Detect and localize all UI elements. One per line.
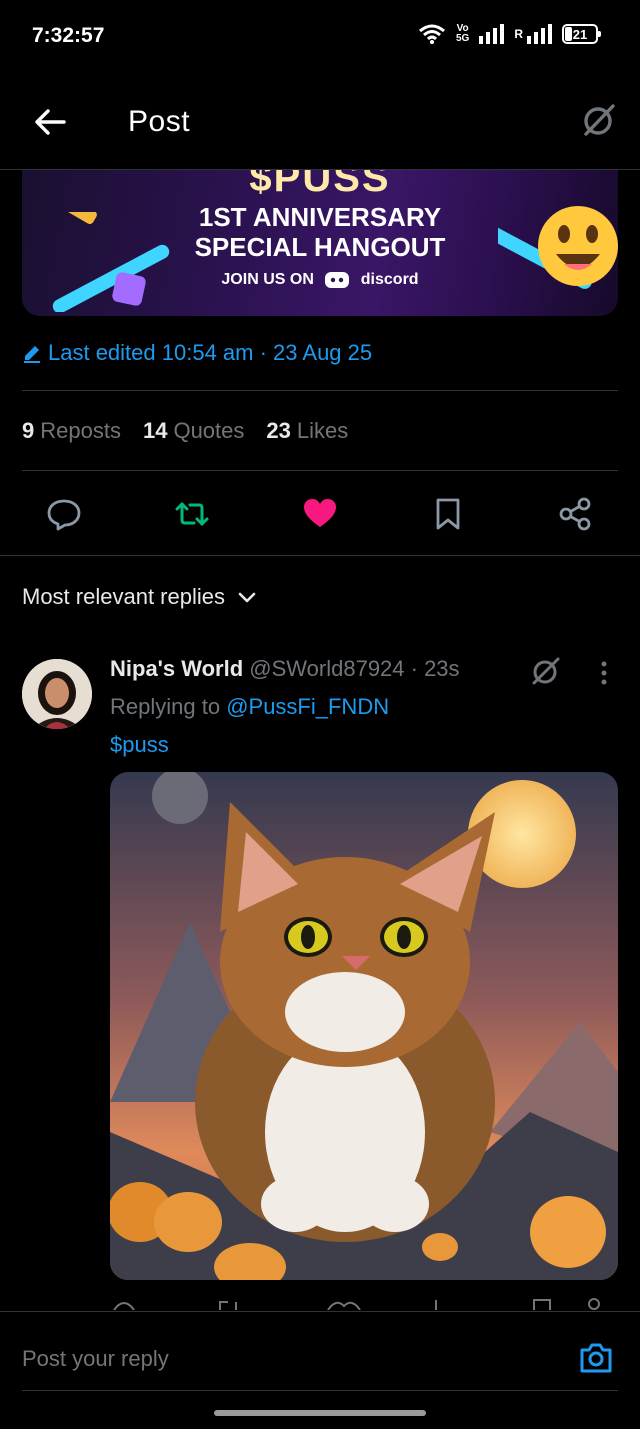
likes-stat[interactable]: 23 Likes: [266, 418, 348, 444]
avatar[interactable]: [22, 659, 92, 729]
reply-button[interactable]: [46, 496, 82, 532]
signal-icon-2: [527, 24, 552, 44]
status-bar: 7:32:57 Vo 5G R 21: [0, 0, 640, 72]
pencil-icon: [24, 346, 40, 363]
grok-button[interactable]: [578, 100, 618, 140]
replies-sort-dropdown[interactable]: Most relevant replies: [22, 584, 257, 610]
page-title: Post: [128, 105, 191, 138]
reply-input[interactable]: Post your reply: [22, 1346, 169, 1372]
reply-action-bar: [110, 1296, 618, 1310]
reply-author-name[interactable]: Nipa's World: [110, 656, 243, 681]
share-icon: [559, 497, 591, 531]
user-avatar-image: [22, 659, 92, 729]
reposts-stat[interactable]: 9 Reposts: [22, 418, 121, 444]
repost-button[interactable]: [174, 496, 210, 532]
reply-action-icons: [113, 1298, 600, 1310]
quotes-stat[interactable]: 14 Quotes: [143, 418, 244, 444]
roaming-label: R: [514, 27, 523, 41]
chevron-down-icon: [238, 592, 256, 603]
reply-handle-time: @SWorld87924 · 23s: [243, 656, 460, 681]
reply-grok-button[interactable]: [528, 654, 562, 688]
back-button[interactable]: [30, 102, 70, 142]
grok-icon: [532, 657, 560, 685]
arrow-left-icon: [35, 109, 66, 135]
status-icons: Vo 5G R 21: [418, 23, 601, 44]
battery-level: 21: [572, 26, 588, 42]
divider: [22, 1390, 618, 1391]
network-type: Vo 5G: [455, 23, 470, 44]
bookmark-icon: [436, 498, 460, 530]
status-time: 7:32:57: [32, 24, 105, 47]
reply-cashtag[interactable]: $puss: [110, 732, 169, 758]
post-stats: 9 Reposts 14 Quotes 23 Likes: [22, 418, 348, 444]
reply-image[interactable]: [110, 772, 618, 1280]
top-app-bar: Post: [0, 72, 640, 170]
camera-button[interactable]: [578, 1340, 614, 1376]
signal-icon: [479, 24, 505, 44]
post-banner-image[interactable]: $PUSS 1ST ANNIVERSARY SPECIAL HANGOUT JO…: [22, 170, 618, 316]
battery-icon: 21: [562, 24, 601, 44]
reply-composer: Post your reply: [0, 1311, 640, 1429]
post-action-bar: [0, 488, 640, 540]
reply-more-button[interactable]: [594, 658, 614, 688]
repost-icon: [175, 502, 209, 526]
camera-icon: [580, 1343, 612, 1373]
share-button[interactable]: [557, 496, 593, 532]
reply-header: Nipa's World @SWorld87924 · 23s: [110, 656, 460, 682]
replying-to-mention[interactable]: @PussFi_FNDN: [226, 694, 389, 719]
cat-illustration-image: [110, 772, 618, 1280]
discord-icon: [325, 272, 350, 288]
bookmark-button[interactable]: [430, 496, 466, 532]
replying-to: Replying to @PussFi_FNDN: [110, 694, 390, 719]
divider: [0, 555, 640, 556]
smiley-emoji-icon: [498, 206, 618, 289]
divider: [22, 390, 618, 391]
sort-label: Most relevant replies: [22, 584, 225, 609]
comment-icon: [47, 499, 81, 531]
heart-icon: [304, 499, 336, 527]
grok-icon: [584, 104, 615, 136]
last-edited-link[interactable]: Last edited 10:54 am · 23 Aug 25: [22, 340, 372, 366]
like-button[interactable]: [302, 496, 338, 532]
divider: [22, 470, 618, 471]
more-vertical-icon: [601, 661, 607, 685]
last-edited-text: Last edited 10:54 am · 23 Aug 25: [48, 340, 373, 365]
home-indicator[interactable]: [214, 1410, 426, 1416]
wifi-icon: [419, 24, 445, 44]
